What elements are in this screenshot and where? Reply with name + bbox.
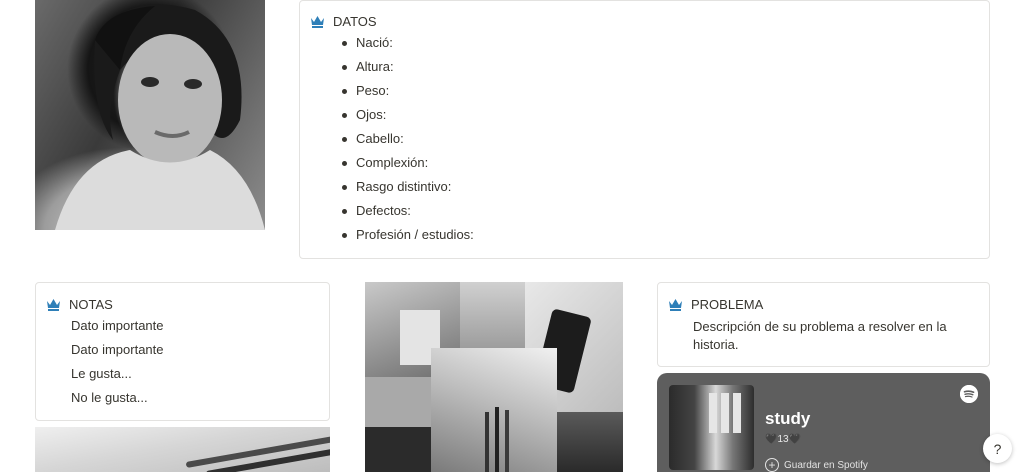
notas-title: NOTAS	[69, 297, 113, 312]
collage-tile	[460, 282, 525, 352]
note-line: Le gusta...	[71, 366, 132, 381]
list-item: Rasgo distintivo:	[310, 175, 989, 199]
notas-card: NOTAS Dato importante Dato importante Le…	[35, 282, 330, 421]
collage-tile	[557, 412, 623, 472]
list-item: Complexión:	[310, 151, 989, 175]
collage-tile	[431, 348, 557, 472]
collage-tile	[365, 427, 431, 472]
save-label: Guardar en Spotify	[784, 459, 868, 471]
note-line: Dato importante	[71, 342, 164, 357]
brush-shape	[495, 407, 499, 472]
notas-lines: Dato importante Dato importante Le gusta…	[46, 314, 329, 410]
problema-card: PROBLEMA Descripción de su problema a re…	[657, 282, 990, 367]
spotify-icon[interactable]	[960, 385, 978, 403]
collage-tile	[365, 377, 431, 427]
datos-list: Nació: Altura: Peso: Ojos: Cabello: Comp…	[310, 31, 989, 247]
list-item: Altura:	[310, 55, 989, 79]
list-item: Nació:	[310, 31, 989, 55]
desk-image	[35, 427, 330, 472]
crown-icon	[310, 15, 325, 28]
note-line: Dato importante	[71, 318, 164, 333]
brush-shape	[485, 412, 489, 472]
window-shape	[733, 393, 741, 433]
brush-shape	[505, 410, 509, 472]
datos-header: DATOS	[310, 14, 989, 29]
problema-description: Descripción de su problema a resolver en…	[693, 319, 947, 352]
window-shape	[721, 393, 729, 433]
album-cover[interactable]	[669, 385, 754, 470]
portrait-drawing	[55, 4, 265, 230]
list-item: Profesión / estudios:	[310, 223, 989, 247]
datos-card: DATOS Nació: Altura: Peso: Ojos: Cabello…	[299, 0, 990, 259]
plus-circle-icon: +	[765, 458, 779, 472]
crown-icon	[46, 298, 61, 311]
list-item: Cabello:	[310, 127, 989, 151]
note-line: No le gusta...	[71, 390, 148, 405]
save-to-spotify-button[interactable]: + Guardar en Spotify	[765, 458, 868, 472]
list-item: Peso:	[310, 79, 989, 103]
datos-title: DATOS	[333, 14, 377, 29]
list-item: Defectos:	[310, 199, 989, 223]
playlist-meta: 🖤13🖤	[765, 434, 802, 445]
notas-header: NOTAS	[46, 297, 329, 312]
portrait-image	[35, 0, 265, 230]
problema-header: PROBLEMA	[668, 297, 989, 312]
playlist-title[interactable]: study	[765, 409, 810, 429]
help-button[interactable]: ?	[983, 434, 1012, 463]
crown-icon	[668, 298, 683, 311]
window-shape	[709, 393, 717, 433]
spotify-embed[interactable]: study 🖤13🖤 + Guardar en Spotify	[657, 373, 990, 472]
list-item: Ojos:	[310, 103, 989, 127]
moodboard-collage	[365, 282, 623, 472]
problema-title: PROBLEMA	[691, 297, 764, 312]
